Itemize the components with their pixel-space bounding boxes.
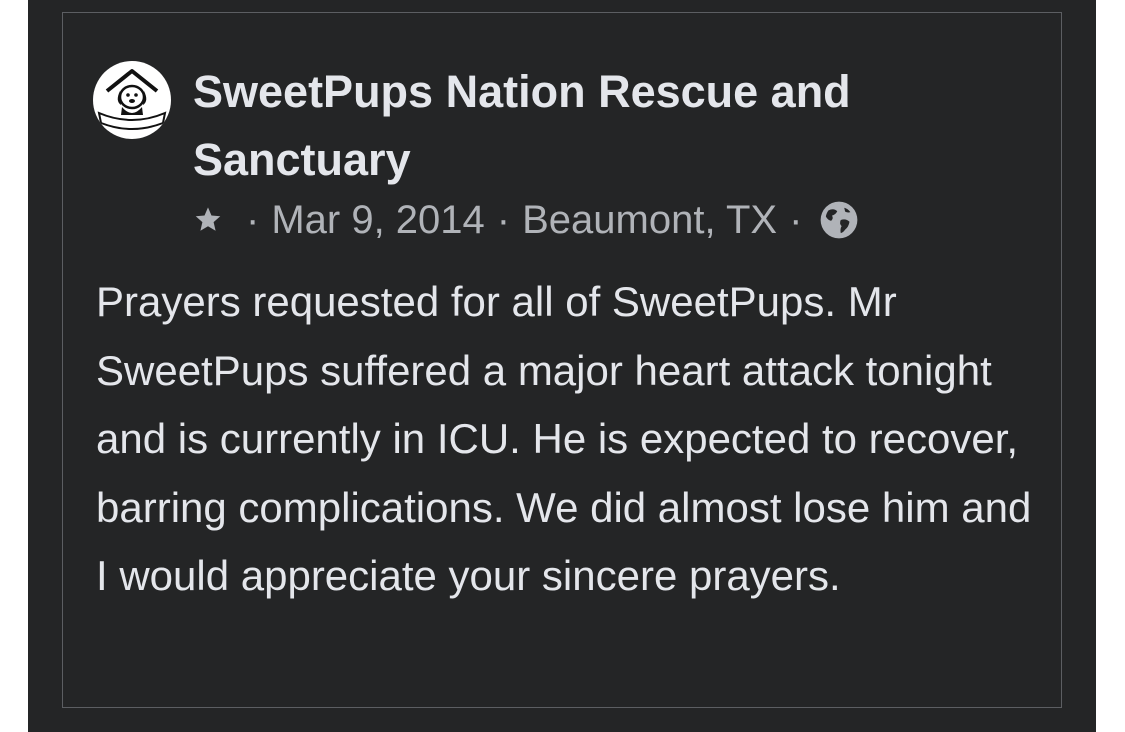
meta-separator: · [789, 197, 803, 242]
post-location-link[interactable]: Beaumont, TX [522, 198, 777, 243]
sweetpups-logo-icon [94, 62, 170, 138]
page-name-link[interactable]: SweetPups Nation Rescue and Sanctuary [193, 58, 953, 194]
post-meta: · Mar 9, 2014 · Beaumont, TX · [192, 192, 860, 248]
star-icon [192, 204, 224, 236]
post-date-link[interactable]: Mar 9, 2014 [271, 198, 484, 243]
meta-separator: · [496, 197, 511, 242]
globe-icon[interactable] [818, 199, 860, 241]
post-body-text: Prayers requested for all of SweetPups. … [96, 278, 1032, 599]
meta-separator: · [246, 197, 260, 242]
page-avatar[interactable] [93, 61, 171, 139]
